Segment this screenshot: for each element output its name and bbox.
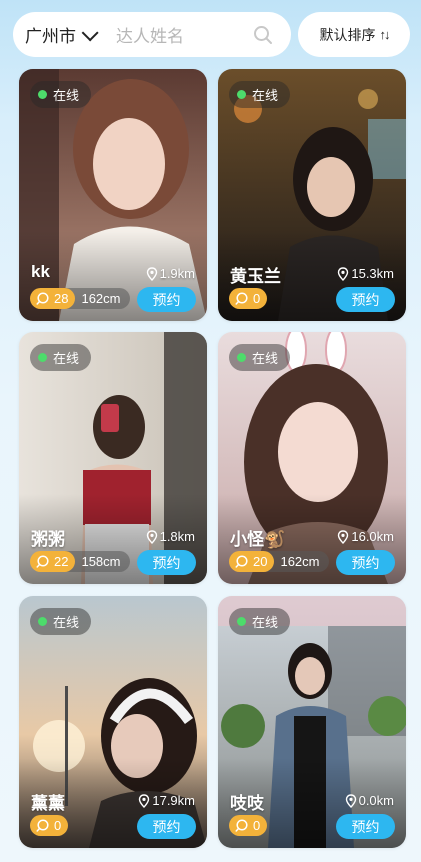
count-badge: 0 xyxy=(229,815,268,836)
count-badge: 28 xyxy=(30,288,76,309)
location-pin-icon xyxy=(338,266,349,281)
count-value: 28 xyxy=(54,291,69,306)
chat-icon xyxy=(36,292,49,305)
distance: 15.3km xyxy=(337,266,394,281)
chevron-down-icon xyxy=(81,23,99,41)
count-value: 22 xyxy=(54,554,69,569)
online-label: 在线 xyxy=(252,88,279,103)
chat-icon xyxy=(235,292,248,305)
distance-value: 15.3km xyxy=(351,266,394,281)
talent-card[interactable]: 在线 黄玉兰 15.3km 0 预约 xyxy=(218,69,406,321)
count-value: 20 xyxy=(253,554,268,569)
talent-card[interactable]: 在线 kk 1.9km 28 162cm 预约 xyxy=(19,69,207,321)
count-value: 0 xyxy=(54,818,62,833)
talent-name: 粥粥 xyxy=(31,530,65,549)
chat-icon xyxy=(36,819,49,832)
online-dot-icon xyxy=(237,617,246,626)
online-dot-icon xyxy=(237,353,246,362)
book-button[interactable]: 预约 xyxy=(137,814,196,839)
distance-value: 17.9km xyxy=(152,793,195,808)
online-dot-icon xyxy=(38,353,47,362)
stats-row: 22 158cm xyxy=(30,551,130,572)
distance-value: 1.8km xyxy=(159,529,195,544)
count-value: 0 xyxy=(253,818,261,833)
distance: 0.0km xyxy=(345,793,394,808)
talent-name: 小怪🐒 xyxy=(230,530,286,549)
count-value: 0 xyxy=(253,291,261,306)
distance-value: 0.0km xyxy=(358,793,394,808)
online-label: 在线 xyxy=(53,615,80,630)
online-badge: 在线 xyxy=(30,344,92,371)
distance-value: 1.9km xyxy=(159,266,195,281)
stats-row: 0 xyxy=(229,815,268,836)
location-pin-icon xyxy=(139,793,150,808)
talent-card[interactable]: 在线 吱吱 0.0km 0 预约 xyxy=(218,596,406,848)
online-label: 在线 xyxy=(53,351,80,366)
book-button[interactable]: 预约 xyxy=(137,550,196,575)
talent-name: 薰薰 xyxy=(31,794,65,813)
chat-icon xyxy=(235,819,248,832)
location-pin-icon xyxy=(345,793,356,808)
online-badge: 在线 xyxy=(229,81,291,108)
online-label: 在线 xyxy=(252,351,279,366)
city-selector[interactable]: 广州市 xyxy=(25,22,99,47)
online-label: 在线 xyxy=(53,88,80,103)
stats-row: 20 162cm xyxy=(229,551,329,572)
stats-row: 28 162cm xyxy=(30,288,130,309)
talent-card[interactable]: 在线 粥粥 1.8km 22 158cm 预约 xyxy=(19,332,207,584)
online-label: 在线 xyxy=(252,615,279,630)
stats-row: 0 xyxy=(30,815,69,836)
book-button[interactable]: 预约 xyxy=(137,287,196,312)
top-bar: 广州市 达人姓名 默认排序 ↑↓ xyxy=(0,0,421,68)
online-dot-icon xyxy=(38,617,47,626)
distance: 17.9km xyxy=(138,793,195,808)
sort-label: 默认排序 xyxy=(319,26,376,43)
location-pin-icon xyxy=(338,529,349,544)
sort-arrows-icon: ↑↓ xyxy=(379,27,391,42)
count-badge: 20 xyxy=(229,551,275,572)
chat-icon xyxy=(36,555,49,568)
book-button[interactable]: 预约 xyxy=(336,814,395,839)
distance: 16.0km xyxy=(337,529,394,544)
location-pin-icon xyxy=(146,266,157,281)
height-badge: 162cm xyxy=(264,551,329,572)
stats-row: 0 xyxy=(229,288,268,309)
talent-card[interactable]: 在线 小怪🐒 16.0km 20 162cm 预约 xyxy=(218,332,406,584)
online-dot-icon xyxy=(38,90,47,99)
count-badge: 0 xyxy=(229,288,268,309)
online-badge: 在线 xyxy=(30,81,92,108)
search-bar[interactable]: 广州市 达人姓名 xyxy=(13,12,291,57)
height-badge: 158cm xyxy=(65,551,130,572)
online-dot-icon xyxy=(237,90,246,99)
talent-card[interactable]: 在线 薰薰 17.9km 0 预约 xyxy=(19,596,207,848)
talent-name: 黄玉兰 xyxy=(230,267,281,286)
location-pin-icon xyxy=(146,529,157,544)
count-badge: 0 xyxy=(30,815,69,836)
sort-button[interactable]: 默认排序 ↑↓ xyxy=(298,12,410,57)
count-badge: 22 xyxy=(30,551,76,572)
book-button[interactable]: 预约 xyxy=(336,287,395,312)
distance-value: 16.0km xyxy=(351,529,394,544)
distance: 1.8km xyxy=(146,529,195,544)
city-label: 广州市 xyxy=(25,27,76,46)
online-badge: 在线 xyxy=(229,608,291,635)
talent-name: 吱吱 xyxy=(230,794,264,813)
talent-name: kk xyxy=(31,262,50,281)
search-input[interactable]: 达人姓名 xyxy=(116,22,253,47)
online-badge: 在线 xyxy=(229,344,291,371)
online-badge: 在线 xyxy=(30,608,92,635)
search-icon[interactable] xyxy=(253,25,273,45)
book-button[interactable]: 预约 xyxy=(336,550,395,575)
height-badge: 162cm xyxy=(65,288,130,309)
chat-icon xyxy=(235,555,248,568)
distance: 1.9km xyxy=(146,266,195,281)
